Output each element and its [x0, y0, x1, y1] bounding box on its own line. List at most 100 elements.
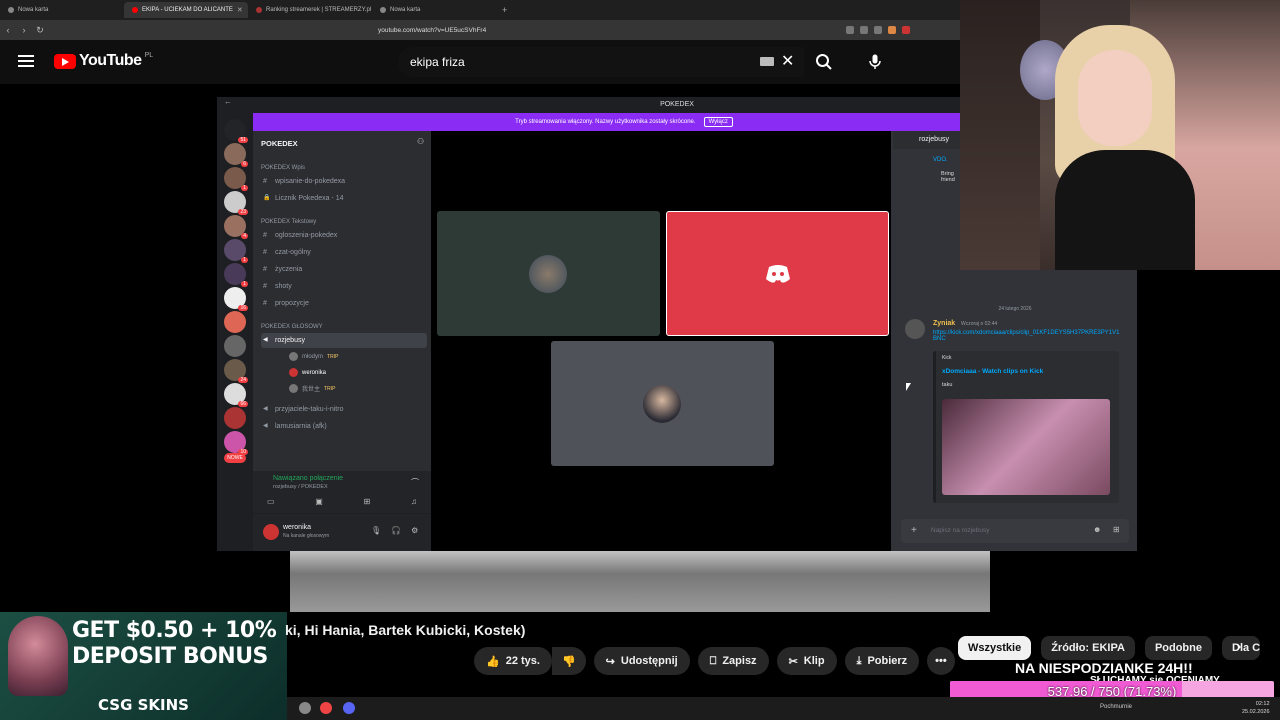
chip-source[interactable]: Źródło: EKIPA [1041, 636, 1135, 660]
server-icon[interactable] [224, 407, 246, 429]
browser-tab[interactable]: Ranking streamerek | STREAMERZY.pl [248, 2, 372, 18]
discord-home-icon[interactable]: 51 [224, 119, 248, 143]
vpn-icon[interactable] [902, 26, 910, 34]
voice-member[interactable]: weronika [289, 368, 326, 377]
voice-member[interactable]: młodym TRIP [289, 352, 338, 361]
reload-icon[interactable]: ↻ [32, 25, 48, 36]
chip-all[interactable]: Wszystkie [958, 636, 1032, 660]
weather-status[interactable]: Pochmurnie [1100, 704, 1132, 710]
channel-item[interactable]: ogloszenia-pokedex [261, 228, 427, 243]
soundboard-icon[interactable]: ♫ [411, 497, 417, 506]
server-icon[interactable]: 1 [224, 167, 248, 191]
browser-tab-active[interactable]: EKIPA - UCIEKAM DO ALICANTE ✕ [124, 2, 248, 18]
channel-item[interactable]: shoty [261, 279, 427, 294]
discord-icon[interactable] [343, 702, 355, 714]
mic-button[interactable] [860, 47, 890, 77]
server-icon[interactable]: 24 [224, 359, 248, 383]
server-name[interactable]: POKEDEX [261, 139, 298, 148]
disable-button[interactable]: Wyłącz [703, 117, 733, 127]
clear-icon[interactable]: ✕ [781, 51, 794, 71]
server-icon[interactable] [224, 335, 246, 357]
download-button[interactable]: ⤓ Pobierz [844, 647, 920, 675]
avatar[interactable] [263, 524, 279, 540]
disconnect-icon[interactable]: ⌒ [411, 477, 419, 488]
obs-icon[interactable] [299, 702, 311, 714]
new-badge[interactable]: NOWE [224, 453, 246, 463]
globe-icon [380, 7, 386, 13]
keyboard-icon[interactable] [760, 57, 774, 66]
search-input[interactable]: ekipa friza [398, 47, 804, 77]
voice-channel[interactable]: przyjaciele-taku-i-nitro [261, 402, 427, 417]
add-attachment-icon[interactable]: + [911, 525, 917, 536]
message-author[interactable]: Zyniak [933, 320, 955, 327]
mic-icon[interactable]: 🎙 [371, 526, 381, 535]
chip-similar[interactable]: Podobne [1144, 636, 1212, 660]
category-label[interactable]: POKEDEX Tekstowy [261, 219, 316, 225]
headphones-icon[interactable]: 🎧 [391, 526, 401, 535]
zoom-icon[interactable] [846, 26, 854, 34]
category-label[interactable]: POKEDEX Wpis [261, 165, 305, 171]
camera-icon[interactable]: ▭ [267, 497, 275, 506]
embed-title[interactable]: xDomciaaa - Watch clips on Kick [942, 368, 1043, 375]
activity-icon[interactable]: ⊞ [364, 497, 371, 506]
embed-thumbnail[interactable] [942, 399, 1110, 495]
avatar[interactable] [905, 319, 925, 339]
extension-icon[interactable] [874, 26, 882, 34]
participant-tile-speaking[interactable] [666, 211, 889, 336]
close-icon[interactable]: ✕ [237, 6, 243, 14]
dislike-button[interactable]: 👎 [551, 647, 586, 675]
chat-link[interactable]: VDO. [933, 157, 948, 163]
server-icon[interactable]: 23 [224, 191, 248, 215]
like-button[interactable]: 👍 22 tys. [474, 647, 552, 675]
server-icon[interactable]: 4 [224, 215, 248, 239]
system-clock[interactable]: 02:12 25.02.2026 [1242, 700, 1270, 716]
brave-icon[interactable] [320, 702, 332, 714]
server-icon[interactable] [224, 311, 246, 333]
youtube-logo[interactable]: YouTube PL [54, 52, 153, 70]
channel-item[interactable]: życzenia [261, 262, 427, 277]
participant-tile[interactable] [551, 341, 774, 466]
voice-channel-active[interactable]: rozjebusy [261, 333, 427, 348]
participant-tile[interactable] [437, 211, 660, 336]
channel-item[interactable]: wpisanie-do-pokedexa [261, 174, 427, 189]
url-field[interactable]: youtube.com/watch?v=UE5ucSVhFr4 [378, 27, 486, 34]
voice-channel[interactable]: lamusiarnia (afk) [261, 419, 427, 434]
username[interactable]: weronika [283, 524, 311, 531]
server-icon[interactable]: 66 [224, 383, 248, 407]
new-tab-button[interactable]: + [496, 5, 513, 15]
browser-tab[interactable]: Nowa karta [0, 2, 124, 18]
apps-icon[interactable]: ⊞ [1113, 525, 1120, 534]
search-button[interactable] [806, 47, 842, 77]
emoji-icon[interactable]: ☻ [1093, 525, 1101, 534]
share-button[interactable]: ↪ Udostępnij [593, 647, 690, 675]
voice-member[interactable]: 我世主 TRIP [289, 384, 335, 393]
gear-icon[interactable]: ⚙ [411, 526, 418, 535]
chevron-right-icon[interactable]: › [1236, 638, 1241, 656]
add-friend-icon[interactable]: ⚇ [417, 137, 424, 146]
message-link[interactable]: https://kick.com/xdomciaaa/clips/clip_01… [933, 330, 1123, 342]
streamer-mode-banner: Tryb streamowania włączony. Nazwy użytko… [253, 113, 995, 131]
channel-item[interactable]: propozycje [261, 296, 427, 311]
ad-subheadline: DEPOSIT BONUS [72, 644, 268, 669]
back-arrow-icon[interactable]: ← [224, 97, 232, 106]
category-label[interactable]: POKEDEX GŁOSOWY [261, 324, 323, 330]
server-icon[interactable]: 10 [224, 431, 248, 455]
menu-icon[interactable] [18, 55, 34, 67]
sponsor-ad[interactable]: GET $0.50 + 10% DEPOSIT BONUS CSG SKINS [0, 612, 287, 720]
channel-item[interactable]: Licznik Pokedexa - 14 [261, 191, 427, 206]
forward-icon[interactable]: › [16, 25, 32, 35]
channel-item[interactable]: czat-ogólny [261, 245, 427, 260]
screen-share-icon[interactable]: ▣ [315, 497, 323, 506]
browser-tab[interactable]: Nowa karta [372, 2, 496, 18]
server-icon[interactable]: 6 [224, 143, 248, 167]
clip-button[interactable]: ✂ Klip [776, 647, 837, 675]
more-button[interactable]: ••• [927, 647, 955, 675]
save-button[interactable]: ⎕ Zapisz [697, 647, 769, 675]
back-icon[interactable]: ‹ [0, 25, 16, 35]
server-icon[interactable]: 1 [224, 239, 248, 263]
connection-channel[interactable]: rozjebusy / POKEDEX [273, 484, 328, 490]
server-icon[interactable]: 1 [224, 263, 248, 287]
share-icon[interactable] [860, 26, 868, 34]
brave-icon[interactable] [888, 26, 896, 34]
server-icon[interactable]: 16 [224, 287, 248, 311]
